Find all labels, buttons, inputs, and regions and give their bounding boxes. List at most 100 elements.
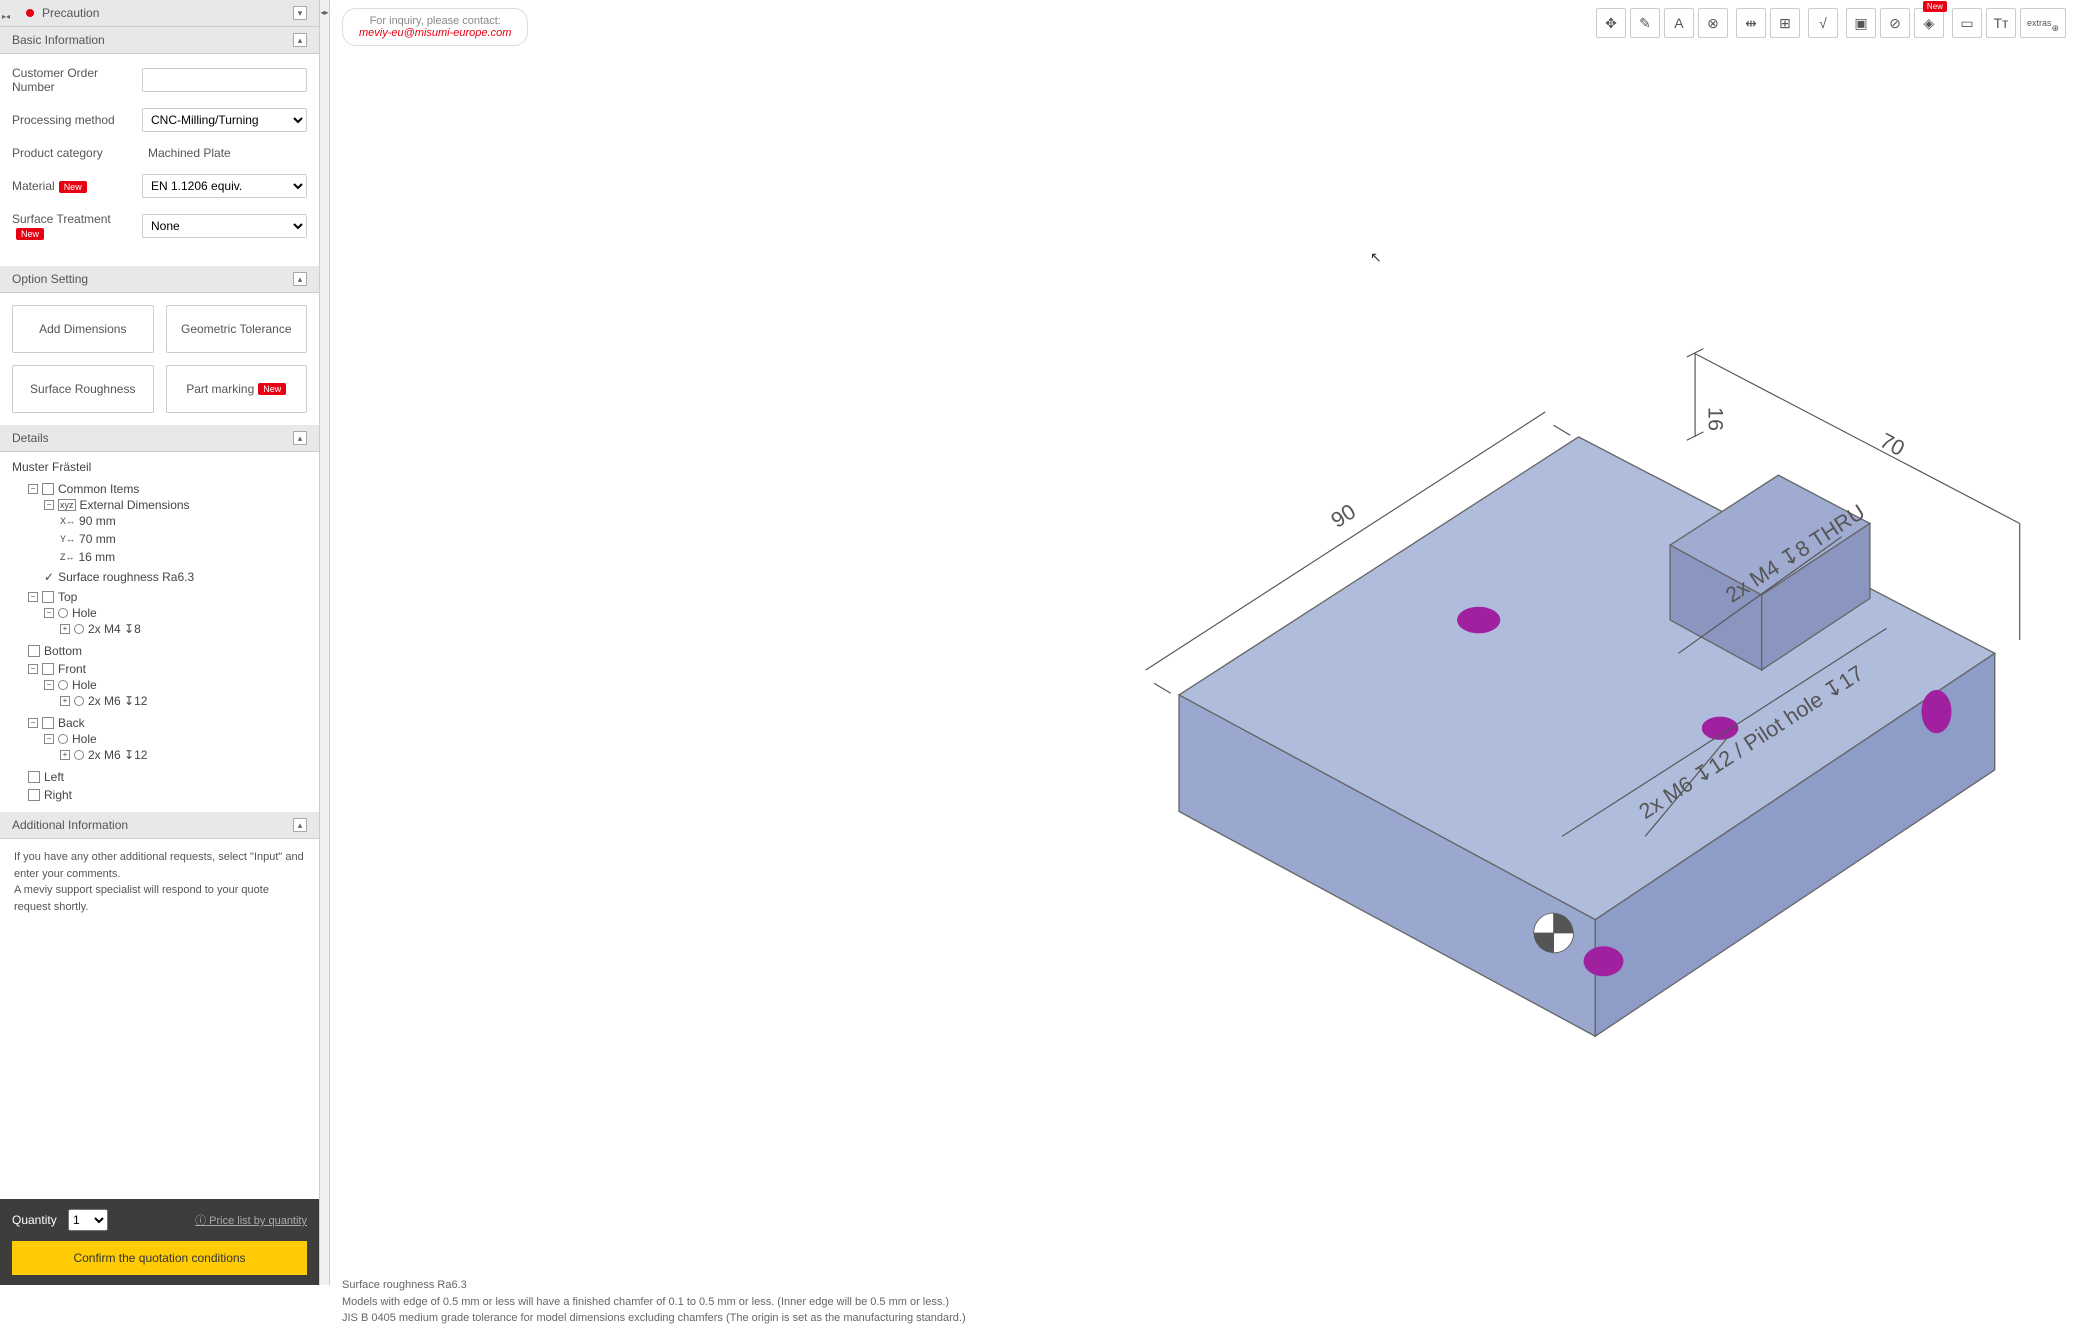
hole-top-spec[interactable]: 2x M4 ↧8	[88, 622, 141, 636]
tree-toggle[interactable]: −	[44, 680, 54, 690]
geometric-tolerance-button[interactable]: Geometric Tolerance	[166, 305, 308, 353]
quantity-select[interactable]: 1	[68, 1209, 108, 1231]
measure-tool-icon[interactable]: ▭	[1952, 8, 1982, 38]
tree-toggle[interactable]: +	[60, 750, 70, 760]
material-select[interactable]: EN 1.1206 equiv.	[142, 174, 307, 198]
face-bottom[interactable]: Bottom	[44, 644, 82, 658]
price-list-link[interactable]: ⓘ Price list by quantity	[195, 1212, 307, 1228]
viewport-footer-notes: Surface roughness Ra6.3 Models with edge…	[330, 1269, 2078, 1335]
tree-toggle[interactable]: −	[28, 718, 38, 728]
additional-info-title: Additional Information	[12, 818, 128, 832]
z-axis-icon: Z↔	[60, 552, 75, 562]
sidebar-footer: Quantity 1 ⓘ Price list by quantity Conf…	[0, 1199, 319, 1285]
inquiry-contact-box: For inquiry, please contact: meviy-eu@mi…	[342, 8, 528, 46]
ext-dim-node[interactable]: External Dimensions	[80, 498, 190, 512]
processing-method-label: Processing method	[12, 113, 142, 127]
tree-toggle[interactable]: −	[44, 500, 54, 510]
common-items-node[interactable]: Common Items	[58, 482, 139, 496]
inquiry-email[interactable]: meviy-eu@misumi-europe.com	[359, 27, 511, 39]
3d-model-svg: 90 70 16 2x M4 ↧8 THRU 2x M6 ↧12 / Pilot…	[330, 54, 2078, 1269]
hole-node[interactable]: Hole	[72, 606, 97, 620]
cube-icon	[28, 645, 40, 657]
hole-icon	[74, 696, 84, 706]
dimension-edit-icon[interactable]: ✎	[1630, 8, 1660, 38]
chevron-down-icon: ▾	[293, 6, 307, 20]
y-axis-icon: Y↔	[60, 534, 75, 544]
part-marking-button[interactable]: Part markingNew	[166, 365, 308, 413]
datum-tool-icon[interactable]: ▣	[1846, 8, 1876, 38]
details-header[interactable]: Details ▴	[0, 425, 319, 452]
tolerance-tool-icon[interactable]: ⊘	[1880, 8, 1910, 38]
surface-treatment-label: Surface TreatmentNew	[12, 212, 142, 240]
tree-toggle[interactable]: −	[44, 608, 54, 618]
dimension-text-icon[interactable]: A	[1664, 8, 1694, 38]
hole-back-spec[interactable]: 2x M6 ↧12	[88, 748, 147, 762]
cube-icon	[42, 717, 54, 729]
hole-node[interactable]: Hole	[72, 678, 97, 692]
order-number-label: Customer Order Number	[12, 66, 142, 94]
sidebar-collapse-left[interactable]: ▸◂	[0, 8, 12, 24]
new-badge: New	[258, 383, 286, 395]
extras-tool-icon[interactable]: extras⊕	[2020, 8, 2066, 38]
move-tool-icon[interactable]: ✥	[1596, 8, 1626, 38]
hole-feature	[1922, 690, 1952, 733]
basic-info-header[interactable]: Basic Information ▴	[0, 27, 319, 54]
dim-y[interactable]: 70 mm	[79, 532, 116, 546]
tree-toggle[interactable]: −	[44, 734, 54, 744]
cube-icon	[28, 771, 40, 783]
surf-rough-node[interactable]: Surface roughness Ra6.3	[58, 570, 194, 584]
surface-tool-icon[interactable]: √	[1808, 8, 1838, 38]
check-icon: ✓	[44, 570, 54, 584]
face-right[interactable]: Right	[44, 788, 72, 802]
add-dimensions-button[interactable]: Add Dimensions	[12, 305, 154, 353]
dimension-delete-icon[interactable]: ⊗	[1698, 8, 1728, 38]
hole-feature	[1584, 946, 1624, 976]
cube-icon	[42, 663, 54, 675]
tree-toggle[interactable]: −	[28, 664, 38, 674]
dim-70-label: 70	[1876, 428, 1909, 461]
dim-z[interactable]: 16 mm	[79, 550, 116, 564]
hole-node[interactable]: Hole	[72, 732, 97, 746]
feature-tool-icon[interactable]: ◈New	[1914, 8, 1944, 38]
sidebar-collapse-right[interactable]: ◂▸	[320, 0, 330, 1285]
tree-toggle[interactable]: +	[60, 696, 70, 706]
hole-icon	[58, 680, 68, 690]
chevron-up-icon: ▴	[293, 818, 307, 832]
cursor-icon: ↖	[1370, 249, 1382, 266]
dimension-show-all-icon[interactable]: ⊞	[1770, 8, 1800, 38]
hole-front-spec[interactable]: 2x M6 ↧12	[88, 694, 147, 708]
3d-viewport[interactable]: 90 70 16 2x M4 ↧8 THRU 2x M6 ↧12 / Pilot…	[330, 54, 2078, 1269]
tree-toggle[interactable]: +	[60, 624, 70, 634]
face-front[interactable]: Front	[58, 662, 86, 676]
tree-toggle[interactable]: −	[28, 592, 38, 602]
option-setting-header[interactable]: Option Setting ▴	[0, 266, 319, 293]
surface-roughness-button[interactable]: Surface Roughness	[12, 365, 154, 413]
chevron-up-icon: ▴	[293, 272, 307, 286]
confirm-quotation-button[interactable]: Confirm the quotation conditions	[12, 1241, 307, 1275]
processing-method-select[interactable]: CNC-Milling/Turning	[142, 108, 307, 132]
face-left[interactable]: Left	[44, 770, 64, 784]
hole-feature	[1702, 717, 1739, 740]
surface-treatment-select[interactable]: None	[142, 214, 307, 238]
product-category-label: Product category	[12, 146, 142, 160]
origin-gizmo	[1534, 913, 1574, 953]
order-number-input[interactable]	[142, 68, 307, 92]
new-badge: New	[59, 181, 87, 193]
face-top[interactable]: Top	[58, 590, 77, 604]
xyz-icon: xyz	[58, 499, 76, 511]
quantity-label: Quantity	[12, 1213, 57, 1227]
tree-toggle[interactable]: −	[28, 484, 38, 494]
text-size-icon[interactable]: Tᴛ	[1986, 8, 2016, 38]
additional-info-header[interactable]: Additional Information ▴	[0, 812, 319, 839]
dim-16-label: 16	[1703, 407, 1728, 431]
part-name: Muster Frästeil	[12, 460, 307, 474]
precaution-title: Precaution	[42, 6, 99, 20]
precaution-header[interactable]: Precaution ▾	[0, 0, 319, 27]
dimension-hide-icon[interactable]: ⇹	[1736, 8, 1766, 38]
hole-icon	[74, 624, 84, 634]
additional-text-2: A meviy support specialist will respond …	[14, 882, 305, 915]
note-1: Surface roughness Ra6.3	[342, 1277, 2066, 1294]
face-back[interactable]: Back	[58, 716, 85, 730]
new-badge: New	[1923, 1, 1947, 12]
dim-x[interactable]: 90 mm	[79, 514, 116, 528]
